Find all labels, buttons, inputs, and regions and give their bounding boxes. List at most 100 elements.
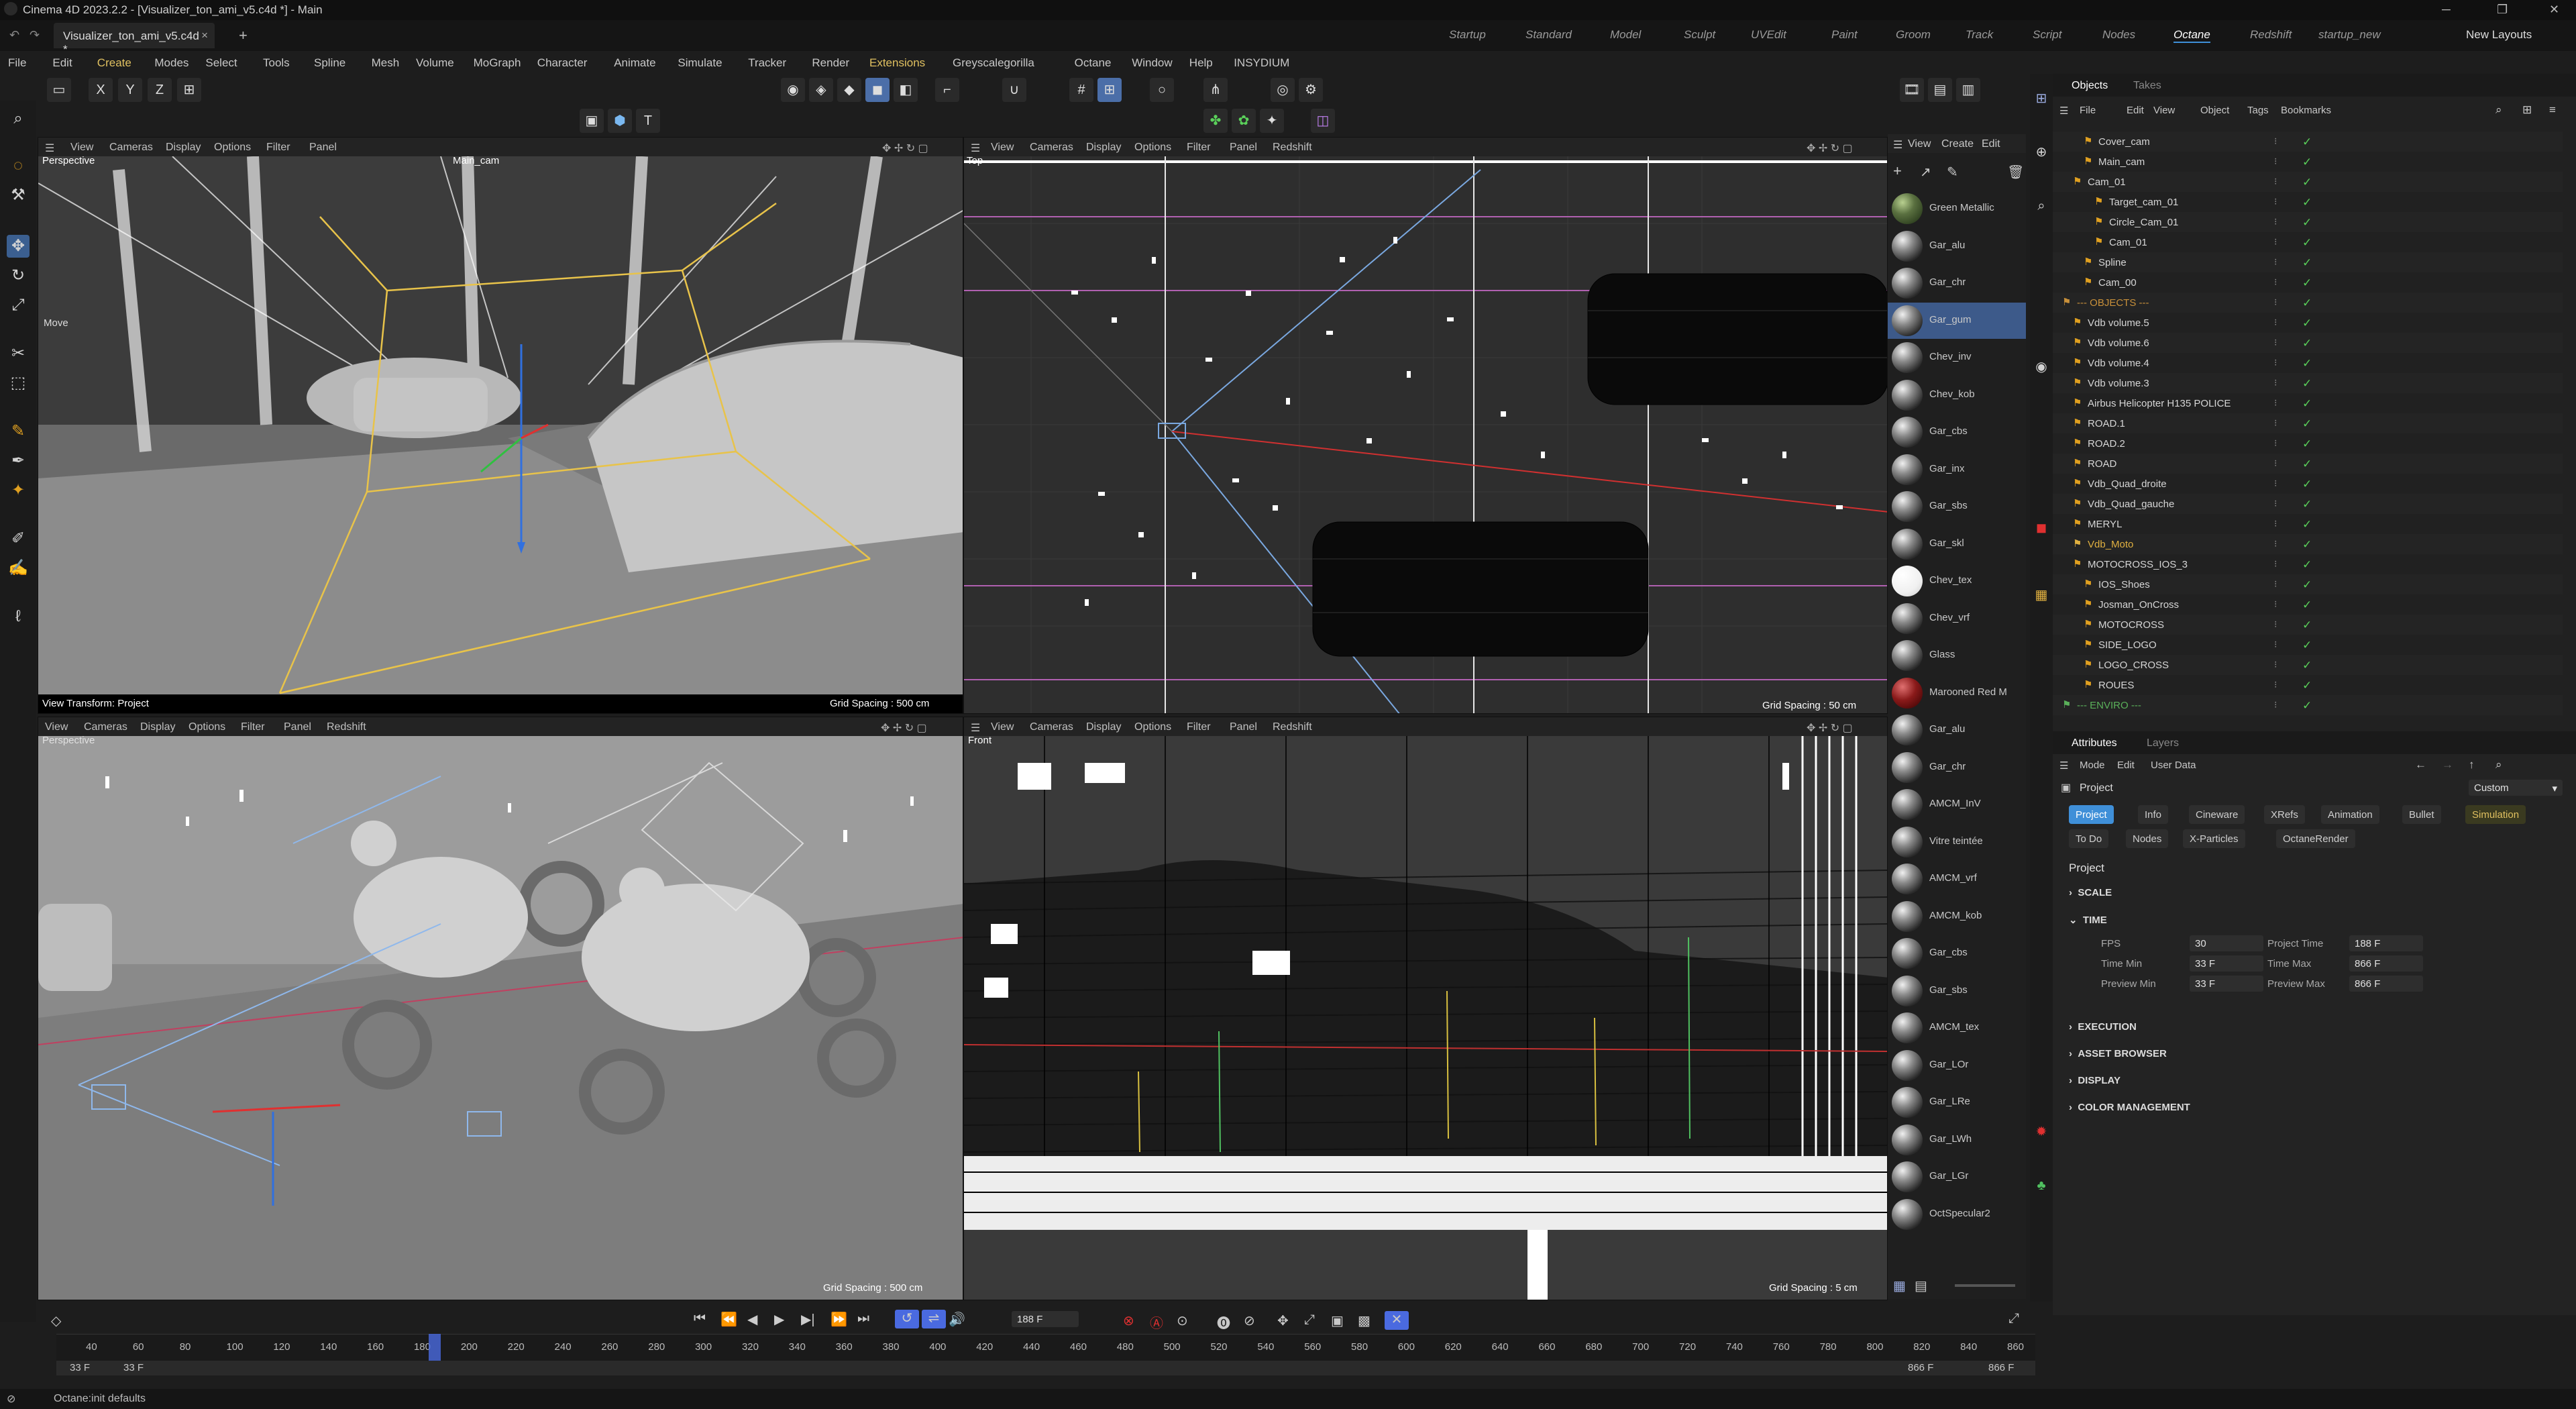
- viewport-menu-icon[interactable]: ☰: [45, 142, 54, 155]
- enable-check-icon[interactable]: ✓: [2302, 377, 2312, 390]
- object-row[interactable]: ⚑ --- ENVIRO --- ⁝ ✓: [2053, 695, 2563, 715]
- knife-tool-icon[interactable]: ✂: [7, 342, 30, 365]
- visibility-toggle[interactable]: ⁝: [2274, 578, 2277, 590]
- attr-tab-simulation[interactable]: Simulation: [2465, 805, 2526, 824]
- visibility-toggle[interactable]: ⁝: [2274, 458, 2277, 469]
- object-row[interactable]: ⚑ Target_cam_01 ⁝ ✓: [2053, 192, 2563, 212]
- layout-tab-uvedit[interactable]: UVEdit: [1751, 28, 1786, 42]
- material-item[interactable]: Gar_gum: [1888, 302, 2026, 339]
- go-to-end-icon[interactable]: ⏭: [857, 1311, 869, 1326]
- octane-particle-icon[interactable]: ✹: [2030, 1120, 2053, 1143]
- viewport-4-menu-redshift[interactable]: Redshift: [1273, 721, 1312, 733]
- viewport-1-menu-filter[interactable]: Filter: [266, 142, 290, 154]
- material-item[interactable]: Chev_vrf: [1888, 601, 2026, 637]
- visibility-toggle[interactable]: ⁝: [2274, 478, 2277, 489]
- attributes-menu-icon[interactable]: ☰: [2059, 760, 2068, 772]
- axis-z-icon[interactable]: Z: [148, 78, 172, 102]
- visibility-toggle[interactable]: ⁝: [2274, 357, 2277, 368]
- object-row[interactable]: ⚑ Spline ⁝ ✓: [2053, 252, 2563, 272]
- attr-tab-xrefs[interactable]: XRefs: [2264, 805, 2305, 824]
- arrow-icon[interactable]: ↗: [1920, 164, 1931, 180]
- viewport-3-menu-view[interactable]: View: [45, 721, 68, 733]
- object-row[interactable]: ⚑ IOS_Shoes ⁝ ✓: [2053, 574, 2563, 594]
- viewport-3-menu-panel[interactable]: Panel: [284, 721, 311, 733]
- section-execution[interactable]: › EXECUTION: [2069, 1021, 2137, 1033]
- visibility-toggle[interactable]: ⁝: [2274, 699, 2277, 711]
- axis-y-icon[interactable]: Y: [118, 78, 142, 102]
- object-row[interactable]: ⚑ Circle_Cam_01 ⁝ ✓: [2053, 212, 2563, 232]
- object-row[interactable]: ⚑ MOTOCROSS ⁝ ✓: [2053, 615, 2563, 635]
- viewport-nav-icons[interactable]: ✥ ✢ ↻ ▢: [882, 142, 928, 155]
- previous-key-icon[interactable]: ⏪: [720, 1311, 737, 1328]
- record-point-icon[interactable]: ▩: [1358, 1312, 1371, 1329]
- grid-snap-icon[interactable]: #: [1069, 78, 1093, 102]
- viewport-2-menu-display[interactable]: Display: [1086, 142, 1121, 154]
- enable-check-icon[interactable]: ✓: [2302, 256, 2312, 270]
- viewport-menu-icon[interactable]: ☰: [971, 721, 980, 735]
- viewport-2-menu-view[interactable]: View: [991, 142, 1014, 154]
- visibility-toggle[interactable]: ⁝: [2274, 437, 2277, 449]
- visibility-toggle[interactable]: ⁝: [2274, 397, 2277, 409]
- eyedropper-icon[interactable]: ✎: [1947, 164, 1958, 180]
- enable-check-icon[interactable]: ✓: [2302, 538, 2312, 552]
- material-item[interactable]: Chev_tex: [1888, 563, 2026, 599]
- render-active-icon[interactable]: ▤: [1928, 78, 1952, 102]
- material-item[interactable]: Glass: [1888, 637, 2026, 674]
- layout-tab-model[interactable]: Model: [1610, 28, 1641, 42]
- layout-tab-redshift[interactable]: Redshift: [2250, 28, 2292, 42]
- visibility-toggle[interactable]: ⁝: [2274, 498, 2277, 509]
- material-item[interactable]: Gar_cbs: [1888, 414, 2026, 450]
- range-icon[interactable]: ⇌: [922, 1310, 946, 1328]
- visibility-toggle[interactable]: ⁝: [2274, 558, 2277, 570]
- menu-insydium[interactable]: INSYDIUM: [1234, 56, 1289, 70]
- record-scale-icon[interactable]: ✥: [1277, 1312, 1289, 1329]
- menu-select[interactable]: Select: [205, 56, 237, 70]
- visibility-toggle[interactable]: ⁝: [2274, 176, 2277, 187]
- render-settings-icon[interactable]: ▥: [1956, 78, 1980, 102]
- add-material-icon[interactable]: +: [1893, 162, 1902, 180]
- list-view-icon[interactable]: ▦: [1893, 1277, 1906, 1294]
- object-row[interactable]: ⚑ Vdb_Quad_droite ⁝ ✓: [2053, 474, 2563, 494]
- attr-tab-x-particles[interactable]: X-Particles: [2183, 829, 2245, 848]
- viewport-4-menu-filter[interactable]: Filter: [1187, 721, 1211, 733]
- object-row[interactable]: ⚑ Josman_OnCross ⁝ ✓: [2053, 594, 2563, 615]
- sculpt-tool-icon[interactable]: ✐: [7, 527, 30, 550]
- menu-octane[interactable]: Octane: [1075, 56, 1112, 70]
- layout-tab-script[interactable]: Script: [2033, 28, 2061, 42]
- material-menu-create[interactable]: Create: [1941, 138, 1974, 150]
- object-row[interactable]: ⚑ Vdb volume.6 ⁝ ✓: [2053, 333, 2563, 353]
- visibility-toggle[interactable]: ⁝: [2274, 216, 2277, 227]
- attributes-mode-dropdown[interactable]: Custom ▾: [2469, 780, 2563, 796]
- render-region-icon[interactable]: ◼: [2030, 517, 2053, 539]
- close-icon[interactable]: ✕: [2549, 3, 2559, 17]
- viewport-3-menu-cameras[interactable]: Cameras: [84, 721, 127, 733]
- thumbnail-size-slider[interactable]: [1955, 1284, 2015, 1287]
- viewport-4-canvas[interactable]: Front Grid Spacing : 5 cm: [964, 736, 1887, 1300]
- viewport-2-menu-cameras[interactable]: Cameras: [1030, 142, 1073, 154]
- material-item[interactable]: AMCM_kob: [1888, 898, 2026, 935]
- texture-icon[interactable]: ▦: [2030, 584, 2053, 607]
- forward-arrow-icon[interactable]: →: [2442, 758, 2453, 772]
- visibility-toggle[interactable]: ⁝: [2274, 136, 2277, 147]
- enable-check-icon[interactable]: ✓: [2302, 639, 2312, 652]
- enable-check-icon[interactable]: ✓: [2302, 397, 2312, 411]
- sound-icon[interactable]: 🔊: [949, 1311, 965, 1328]
- enable-check-icon[interactable]: ✓: [2302, 699, 2312, 713]
- visibility-toggle[interactable]: ⁝: [2274, 196, 2277, 207]
- section-display[interactable]: › DISPLAY: [2069, 1075, 2121, 1086]
- object-row[interactable]: ⚑ ROAD ⁝ ✓: [2053, 454, 2563, 474]
- visibility-toggle[interactable]: ⁝: [2274, 317, 2277, 328]
- select-tool-icon[interactable]: ◌: [7, 154, 30, 177]
- objects-menu-object[interactable]: Object: [2200, 105, 2229, 116]
- visibility-toggle[interactable]: ⁝: [2274, 679, 2277, 690]
- object-row[interactable]: ⚑ Cam_01 ⁝ ✓: [2053, 172, 2563, 192]
- visibility-toggle[interactable]: ⁝: [2274, 236, 2277, 248]
- menu-render[interactable]: Render: [812, 56, 849, 70]
- visibility-toggle[interactable]: ⁝: [2274, 276, 2277, 288]
- menu-simulate[interactable]: Simulate: [678, 56, 722, 70]
- snap-icon[interactable]: ⌐: [935, 78, 959, 102]
- viewport-menu-icon[interactable]: ☰: [971, 142, 980, 155]
- display-mode-icon[interactable]: ◉: [2030, 356, 2053, 378]
- record-icon[interactable]: ⊗: [1123, 1312, 1134, 1329]
- enable-check-icon[interactable]: ✓: [2302, 578, 2312, 592]
